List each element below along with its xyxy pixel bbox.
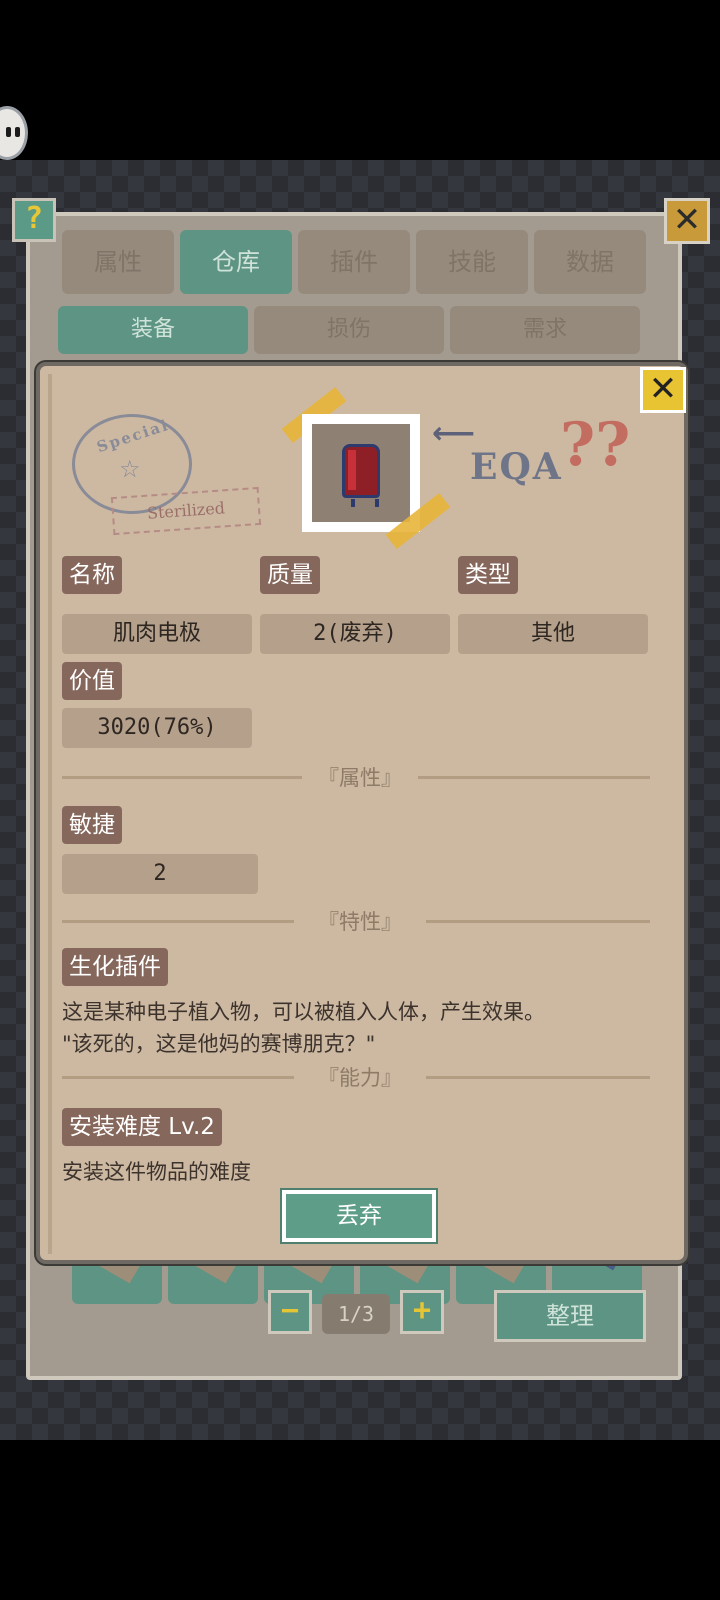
discard-button[interactable]: 丢弃 xyxy=(280,1188,438,1244)
page-prev-button[interactable]: − xyxy=(268,1290,312,1334)
value-label: 价值 xyxy=(62,662,122,700)
star-icon: ☆ xyxy=(119,455,141,483)
divider xyxy=(426,920,650,923)
trait-description: 这是某种电子植入物，可以被植入人体，产生效果。 xyxy=(62,1000,545,1024)
page-next-button[interactable]: + xyxy=(400,1290,444,1334)
type-value: 其他 xyxy=(458,614,648,654)
name-label: 名称 xyxy=(62,556,122,594)
help-button[interactable]: ? xyxy=(12,198,56,242)
install-difficulty-description: 安装这件物品的难度 xyxy=(62,1160,251,1184)
popup-edge xyxy=(48,374,52,1254)
page-indicator: 1/3 xyxy=(322,1294,390,1334)
divider xyxy=(62,1076,294,1079)
tab-data[interactable]: 数据 xyxy=(534,230,646,294)
abilities-section-title: 『能力』 xyxy=(318,1066,402,1090)
name-value: 肌肉电极 xyxy=(62,614,252,654)
quality-label: 质量 xyxy=(260,556,320,594)
popup-close-button[interactable]: ✕ xyxy=(640,367,686,413)
bio-plugin-label: 生化插件 xyxy=(62,948,168,986)
type-label: 类型 xyxy=(458,556,518,594)
divider xyxy=(62,776,302,779)
tab-warehouse[interactable]: 仓库 xyxy=(180,230,292,294)
traits-section-title: 『特性』 xyxy=(318,910,402,934)
muscle-electrode-icon xyxy=(342,444,380,507)
sort-button[interactable]: 整理 xyxy=(494,1290,646,1342)
divider xyxy=(418,776,650,779)
quality-value: 2(废弃) xyxy=(260,614,450,654)
attributes-section-title: 『属性』 xyxy=(318,766,402,790)
arrow-left-icon: ⟵ xyxy=(432,416,476,451)
main-tabs: 属性 仓库 插件 技能 数据 xyxy=(62,230,662,296)
tab-plugins[interactable]: 插件 xyxy=(298,230,410,294)
tab-attributes[interactable]: 属性 xyxy=(62,230,174,294)
subtab-equipment[interactable]: 装备 xyxy=(58,306,248,354)
divider xyxy=(426,1076,650,1079)
item-slot xyxy=(312,424,410,522)
install-difficulty-label: 安装难度 Lv.2 xyxy=(62,1108,222,1146)
agility-label: 敏捷 xyxy=(62,806,122,844)
trait-quote: "该死的，这是他妈的赛博朋克？" xyxy=(62,1032,376,1056)
question-marks-doodle: ?? xyxy=(560,410,631,480)
subtab-needs[interactable]: 需求 xyxy=(450,306,640,354)
tab-skills[interactable]: 技能 xyxy=(416,230,528,294)
item-image-frame xyxy=(302,414,420,532)
eqa-sticker: EQA xyxy=(470,446,563,488)
sub-tabs: 装备 损伤 需求 xyxy=(58,306,658,356)
panel-close-button[interactable]: ✕ xyxy=(664,198,710,244)
agility-value: 2 xyxy=(62,854,258,894)
floating-assistant-icon[interactable] xyxy=(0,106,28,160)
value-value: 3020(76%) xyxy=(62,708,252,748)
divider xyxy=(62,920,294,923)
subtab-damage[interactable]: 损伤 xyxy=(254,306,444,354)
